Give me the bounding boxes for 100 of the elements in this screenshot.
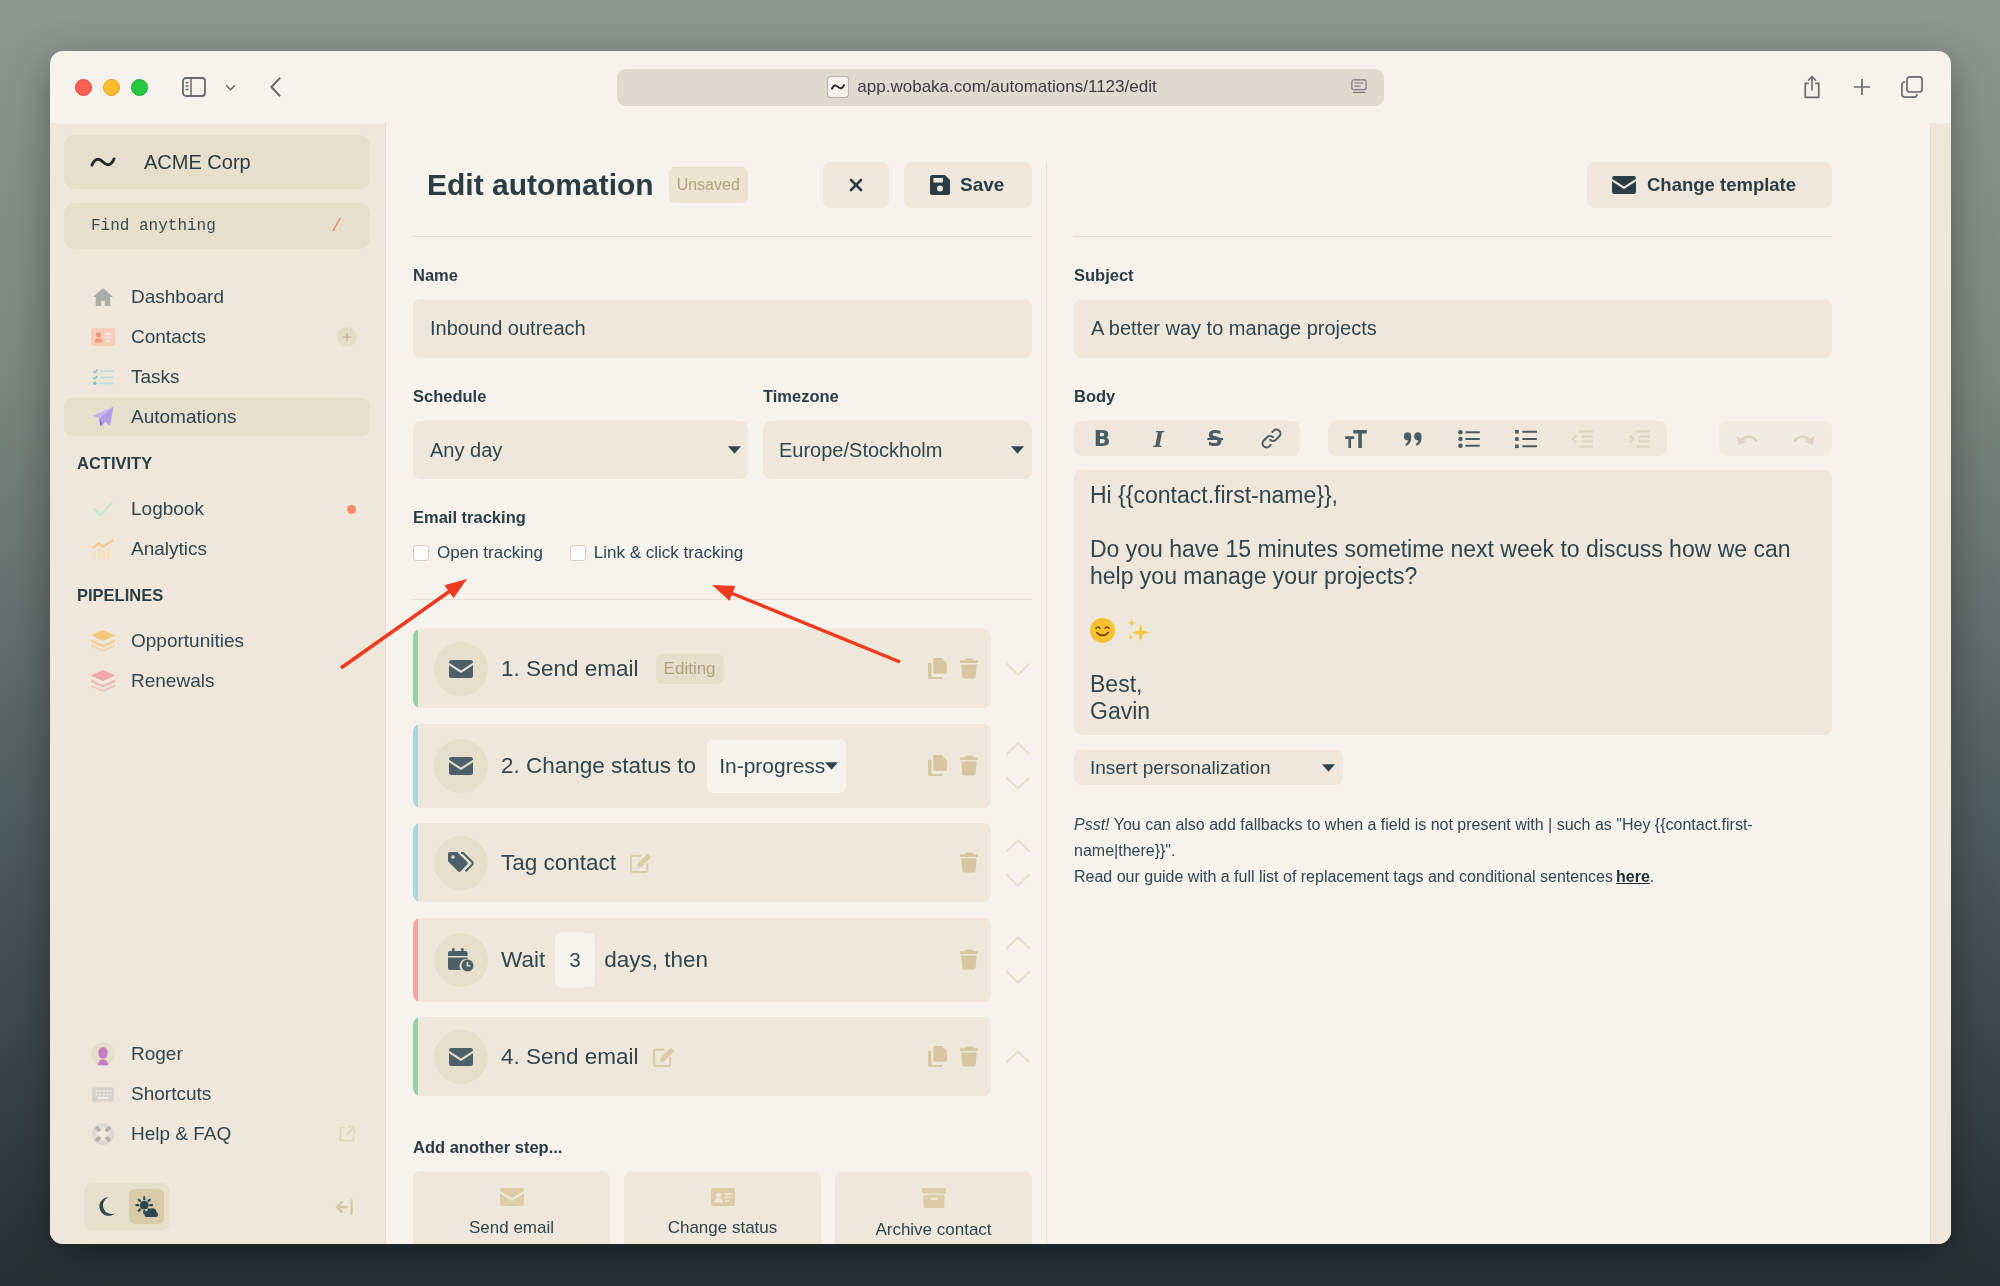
tilde-logo-icon <box>90 156 116 168</box>
close-window-icon[interactable] <box>75 78 92 96</box>
address-bar[interactable]: app.wobaka.com/automations/1123/edit <box>617 68 1384 106</box>
step-card[interactable]: 1. Send email Editing <box>413 629 991 708</box>
text-size-icon[interactable] <box>1345 429 1368 448</box>
trash-icon[interactable] <box>960 852 978 873</box>
caret-down-icon <box>1011 446 1024 454</box>
caret-down-icon <box>825 761 839 770</box>
step-card[interactable]: Tag contact <box>413 823 991 902</box>
layers-icon <box>91 670 115 692</box>
name-input[interactable]: Inbound outreach <box>413 299 1032 358</box>
new-tab-plus-icon[interactable] <box>1853 78 1871 96</box>
reader-icon[interactable] <box>1351 79 1367 95</box>
keyboard-icon <box>92 1086 114 1102</box>
add-step-button[interactable]: Send email <box>413 1171 610 1244</box>
tabs-icon[interactable] <box>1901 76 1923 98</box>
edit-icon[interactable] <box>652 1046 675 1067</box>
checkbox-label[interactable]: Link & click tracking <box>593 543 744 563</box>
chevron-up-icon[interactable] <box>1005 935 1031 950</box>
step-card[interactable]: 2. Change status to In-progress <box>413 723 991 808</box>
quote-icon[interactable] <box>1403 431 1422 446</box>
caret-down-icon <box>1322 763 1335 772</box>
nav-item[interactable]: Dashboard <box>64 278 370 316</box>
section-heading: ACTIVITY <box>77 453 154 474</box>
checkbox[interactable] <box>413 545 429 561</box>
add-step-button[interactable]: Change status <box>624 1171 821 1244</box>
checklist-icon <box>92 368 114 386</box>
avatar-icon <box>91 1039 115 1069</box>
body-editor[interactable]: Hi {{contact.first-name}}, Do you have 15 minutes sometime next week to discuss how we can help you manage your projects? Best, Gavin <box>1074 470 1832 735</box>
share-icon[interactable] <box>1803 75 1821 99</box>
theme-option[interactable] <box>129 1189 164 1224</box>
nav-item[interactable]: Logbook <box>64 490 347 528</box>
nav-item[interactable]: Automations <box>64 398 370 436</box>
status-select[interactable]: In-progress <box>707 738 847 793</box>
minimize-window-icon[interactable] <box>103 78 120 96</box>
guide-link[interactable]: here <box>1616 868 1650 885</box>
back-icon[interactable] <box>270 77 281 97</box>
caret-down-icon <box>728 446 741 454</box>
field-label: Email tracking <box>413 507 527 527</box>
personalization-select[interactable]: Insert personalization <box>1074 750 1343 785</box>
editing-badge: Editing <box>655 653 724 684</box>
numbered-list-icon[interactable] <box>1514 428 1537 449</box>
layers-icon <box>91 630 115 652</box>
body-text: Best, <box>1090 671 1144 698</box>
step-card[interactable]: Wait 3 days, then <box>413 917 991 1002</box>
checkbox-label[interactable]: Open tracking <box>437 543 543 563</box>
search-field[interactable]: Find anything / <box>64 203 370 249</box>
shortcut-hint: / <box>331 216 342 236</box>
add-step-button[interactable]: Archive contact <box>835 1171 1032 1244</box>
copy-icon[interactable] <box>928 755 947 776</box>
edit-icon[interactable] <box>630 852 653 873</box>
lifebuoy-icon <box>92 1123 114 1145</box>
nav-item[interactable]: Shortcuts <box>64 1075 370 1113</box>
help-text: Psst! You can also add fallbacks to when a field is not present with | such as "Hey {{contact.first-name|there}}". <box>1074 815 1754 861</box>
chevron-up-icon[interactable] <box>1005 1049 1031 1064</box>
bullet-list-icon[interactable] <box>1458 429 1481 448</box>
contact-card-icon <box>710 1188 735 1206</box>
timezone-select[interactable]: Europe/Stockholm <box>763 421 1032 479</box>
field-label: Schedule <box>413 386 488 406</box>
nav-item[interactable]: Roger <box>64 1035 370 1073</box>
save-button[interactable]: Save <box>904 162 1032 208</box>
trash-icon[interactable] <box>960 949 978 970</box>
trash-icon[interactable] <box>960 755 978 776</box>
change-template-button[interactable]: Change template <box>1587 162 1832 208</box>
archive-box-icon <box>921 1188 946 1208</box>
nav-item[interactable]: Opportunities <box>64 622 370 660</box>
field-label: Subject <box>1074 265 1135 285</box>
chevron-up-icon[interactable] <box>1005 838 1031 853</box>
workspace-switcher[interactable]: ACME Corp <box>64 135 370 189</box>
trash-icon[interactable] <box>960 1046 978 1067</box>
sidebar-toggle-icon[interactable] <box>182 77 206 97</box>
subject-input[interactable]: A better way to manage projects <box>1074 299 1832 358</box>
copy-icon[interactable] <box>928 1046 947 1067</box>
trash-icon[interactable] <box>960 658 978 679</box>
smiling-face-icon <box>1090 618 1115 643</box>
nav-item[interactable]: Help & FAQ <box>64 1115 338 1153</box>
close-button[interactable] <box>823 162 889 208</box>
field-label: Name <box>413 265 459 285</box>
nav-item[interactable]: Tasks <box>64 358 370 396</box>
envelope-icon <box>1612 176 1636 194</box>
zoom-window-icon[interactable] <box>131 78 148 96</box>
add-circle-icon[interactable] <box>337 327 357 347</box>
copy-icon[interactable] <box>928 658 947 679</box>
nav-item[interactable]: Analytics <box>64 530 370 568</box>
strikethrough-button[interactable]: S <box>1207 427 1224 450</box>
days-input[interactable]: 3 <box>555 932 596 987</box>
field-label: Body <box>1074 386 1117 406</box>
schedule-select[interactable]: Any day <box>413 421 748 479</box>
step-card[interactable]: 4. Send email <box>413 1017 991 1096</box>
nav-item[interactable]: Contacts <box>64 318 337 356</box>
italic-button[interactable]: I <box>1153 427 1164 450</box>
link-icon[interactable] <box>1261 428 1283 449</box>
chevron-down-icon[interactable] <box>225 83 236 91</box>
nav-item[interactable]: Renewals <box>64 662 370 700</box>
collapse-sidebar-icon[interactable] <box>334 1198 354 1215</box>
body-text: Do you have 15 minutes sometime next week to discuss how we can help you manage your projects? <box>1090 536 1792 590</box>
checkbox[interactable] <box>569 545 586 561</box>
check-icon <box>93 501 113 517</box>
chevron-up-icon[interactable] <box>1005 741 1031 756</box>
bold-button[interactable]: B <box>1093 427 1111 450</box>
